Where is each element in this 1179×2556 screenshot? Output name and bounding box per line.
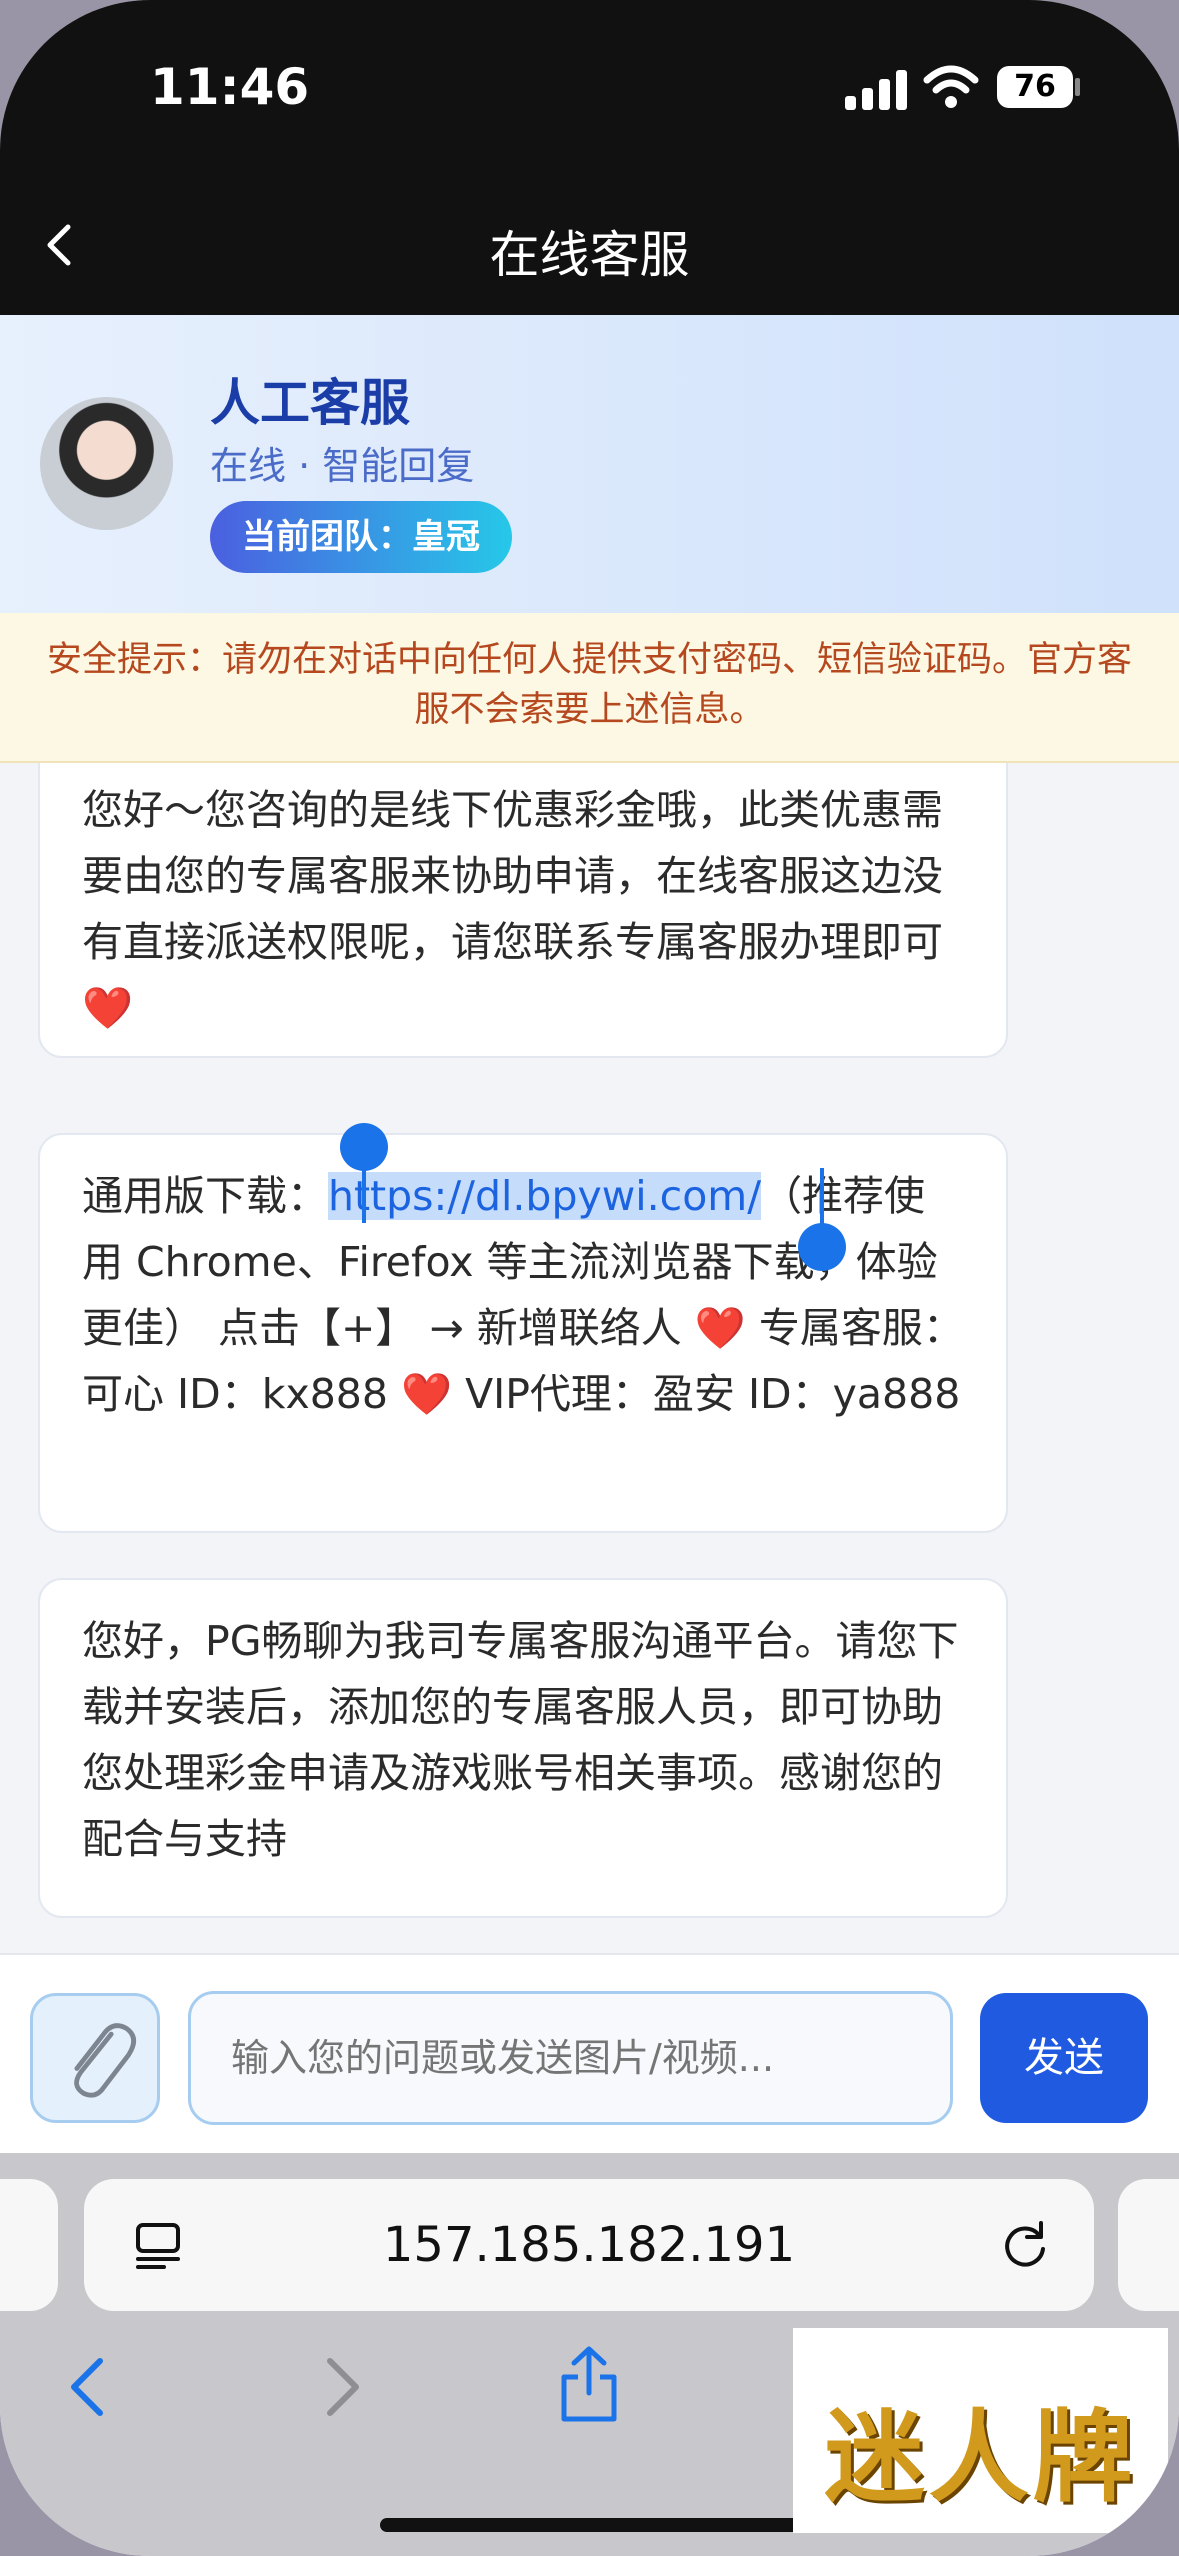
status-time: 11:46 <box>150 58 310 116</box>
browser-back-icon[interactable] <box>60 2353 114 2421</box>
chat-messages[interactable]: 您好～您咨询的是线下优惠彩金哦，此类优惠需要由您的专属客服来协助申请，在线客服这… <box>0 763 1179 1953</box>
watermark-logo: 迷人牌 <box>793 2328 1168 2533</box>
selection-start-bar <box>362 1163 366 1223</box>
previous-tab-preview[interactable] <box>0 2179 58 2311</box>
next-tab-preview[interactable] <box>1118 2179 1179 2311</box>
url-text: 157.185.182.191 <box>382 2217 796 2273</box>
selection-end-handle[interactable] <box>798 1223 846 1271</box>
agent-info-card: 人工客服 在线 · 智能回复 当前团队：皇冠 <box>0 315 1179 613</box>
message-text: 您好，PG畅聊为我司专属客服沟通平台。请您下载并安装后，添加您的专属客服人员，即… <box>82 1617 959 1863</box>
message-text: 您好～您咨询的是线下优惠彩金哦，此类优惠需要由您的专属客服来协助申请，在线客服这… <box>82 786 943 1032</box>
phone-screen: 11:46 76 在线客服 人工客服 在线 · 智能回复 当前团队：皇冠 安全提… <box>0 0 1179 2556</box>
home-indicator <box>380 2518 800 2532</box>
watermark-text: 迷人牌 <box>824 2399 1137 2516</box>
download-link[interactable]: https://dl.bpywi.com/ <box>328 1172 762 1220</box>
page-title: 在线客服 <box>489 226 690 284</box>
message-bubble: 您好，PG畅聊为我司专属客服沟通平台。请您下载并安装后，添加您的专属客服人员，即… <box>38 1578 1008 1918</box>
reload-icon[interactable] <box>999 2219 1051 2271</box>
cellular-signal-icon <box>845 70 907 110</box>
send-button[interactable]: 发送 <box>980 1993 1148 2123</box>
team-badge: 当前团队：皇冠 <box>210 501 512 573</box>
browser-forward-icon[interactable] <box>316 2353 370 2421</box>
message-input[interactable] <box>188 1991 953 2125</box>
avatar <box>40 397 173 530</box>
battery-cap <box>1075 78 1080 96</box>
selection-end-bar <box>820 1168 824 1228</box>
navigation-bar: 在线客服 <box>0 175 1179 315</box>
battery-indicator: 76 <box>997 66 1073 108</box>
address-bar[interactable]: 157.185.182.191 <box>84 2179 1094 2311</box>
wifi-icon <box>923 65 979 108</box>
security-notice: 安全提示：请勿在对话中向任何人提供支付密码、短信验证码。官方客服不会索要上述信息… <box>0 613 1179 763</box>
message-bubble: 通用版下载：https://dl.bpywi.com/（推荐使用 Chrome、… <box>38 1133 1008 1533</box>
paperclip-icon <box>74 2023 137 2098</box>
composer-bar: 发送 <box>0 1953 1179 2155</box>
attach-button[interactable] <box>30 1993 160 2123</box>
agent-status: 在线 · 智能回复 <box>210 444 475 488</box>
message-prefix: 通用版下载： <box>82 1172 328 1220</box>
selection-start-handle[interactable] <box>340 1123 388 1171</box>
message-bubble: 您好～您咨询的是线下优惠彩金哦，此类优惠需要由您的专属客服来协助申请，在线客服这… <box>38 763 1008 1058</box>
status-bar: 11:46 76 <box>0 0 1179 175</box>
share-icon[interactable] <box>554 2343 624 2425</box>
agent-name: 人工客服 <box>210 374 410 432</box>
